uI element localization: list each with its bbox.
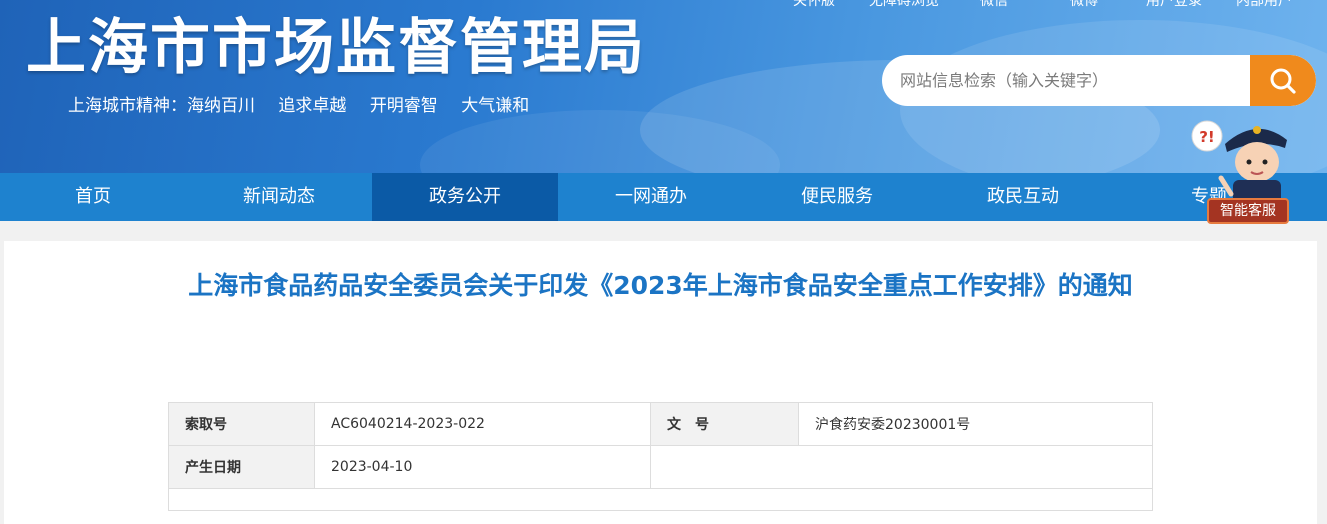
- search-input[interactable]: [882, 55, 1250, 106]
- meta-value-docno: 沪食药安委20230001号: [798, 402, 1153, 446]
- link-user-login[interactable]: 用户登录: [1129, 0, 1219, 12]
- link-wechat[interactable]: 微信: [949, 0, 1039, 12]
- site-search: [882, 55, 1316, 106]
- meta-label-date: 产生日期: [168, 445, 315, 489]
- slogan-part: 开明睿智: [369, 96, 438, 116]
- assistant-mascot-icon: ?!: [1191, 120, 1287, 204]
- top-utility-links: 关怀版 无障碍浏览 微信 微博 用户登录 内部用户: [769, 0, 1309, 12]
- link-care-version[interactable]: 关怀版: [769, 0, 859, 12]
- site-title[interactable]: 上海市市场监督管理局: [26, 12, 646, 84]
- nav-item-public-services[interactable]: 便民服务: [744, 173, 930, 221]
- link-internal-user[interactable]: 内部用户: [1219, 0, 1309, 12]
- search-button[interactable]: [1250, 55, 1316, 106]
- slogan-part: 追求卓越: [278, 96, 347, 116]
- table-row: 索取号 AC6040214-2023-022 文 号 沪食药安委20230001…: [168, 402, 1153, 446]
- nav-item-government-affairs[interactable]: 政务公开: [372, 173, 558, 221]
- meta-label-docno: 文 号: [650, 402, 799, 446]
- assistant-label: 智能客服: [1207, 198, 1289, 224]
- nav-item-interaction[interactable]: 政民互动: [930, 173, 1116, 221]
- meta-empty-cell: [168, 488, 1153, 511]
- search-icon: [1270, 68, 1296, 94]
- document-meta-table: 索取号 AC6040214-2023-022 文 号 沪食药安委20230001…: [168, 402, 1153, 511]
- table-row: 产生日期 2023-04-10: [168, 445, 1153, 489]
- link-accessibility[interactable]: 无障碍浏览: [859, 0, 949, 12]
- meta-empty-cell: [798, 445, 1153, 489]
- nav-item-home[interactable]: 首页: [0, 173, 186, 221]
- city-slogan: 上海城市精神：海纳百川 追求卓越 开明睿智 大气谦和: [68, 93, 547, 119]
- nav-item-online-services[interactable]: 一网通办: [558, 173, 744, 221]
- meta-value-index: AC6040214-2023-022: [314, 402, 651, 446]
- main-navigation: 首页 新闻动态 政务公开 一网通办 便民服务 政民互动 专题: [0, 173, 1327, 221]
- site-header: 上海市市场监督管理局 上海城市精神：海纳百川 追求卓越 开明睿智 大气谦和 关怀…: [0, 0, 1327, 173]
- link-weibo[interactable]: 微博: [1039, 0, 1129, 12]
- meta-empty-cell: [650, 445, 799, 489]
- article-title: 上海市食品药品安全委员会关于印发《2023年上海市食品安全重点工作安排》的通知: [188, 271, 1133, 300]
- slogan-part: 大气谦和: [461, 96, 530, 116]
- nav-item-news[interactable]: 新闻动态: [186, 173, 372, 221]
- assistant-badge: ?!: [1199, 128, 1215, 146]
- article-panel: 上海市食品药品安全委员会关于印发《2023年上海市食品安全重点工作安排》的通知 …: [4, 241, 1317, 524]
- table-row: [168, 488, 1153, 511]
- assistant-widget[interactable]: ?! 智能客服: [1187, 112, 1293, 228]
- meta-value-date: 2023-04-10: [314, 445, 651, 489]
- meta-label-index: 索取号: [168, 402, 315, 446]
- slogan-part: 上海城市精神：海纳百川: [68, 96, 255, 116]
